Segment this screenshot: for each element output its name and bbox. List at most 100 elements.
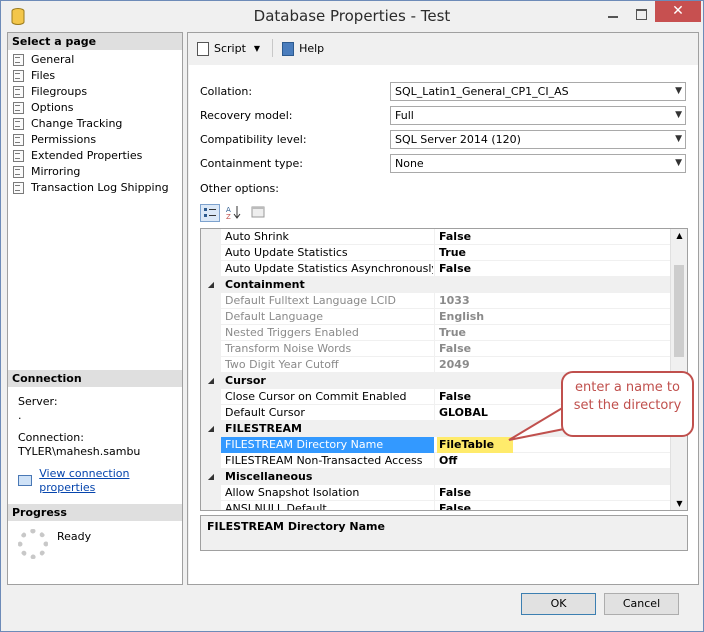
property-value[interactable]: False [439, 262, 471, 275]
containment-type-select[interactable]: None ▼ [390, 154, 686, 173]
page-label: Files [31, 68, 56, 82]
page-item-files[interactable]: Files [12, 67, 169, 83]
close-icon: ✕ [672, 3, 684, 19]
page-item-general[interactable]: General [12, 51, 169, 67]
property-name: Default Language [225, 310, 323, 323]
category-name: Containment [225, 278, 305, 291]
property-row[interactable]: Nested Triggers Enabled True [201, 325, 670, 341]
property-row[interactable]: Default Language English [201, 309, 670, 325]
close-button[interactable]: ✕ [655, 1, 701, 22]
collapse-icon[interactable]: ◢ [201, 277, 221, 293]
page-label: General [31, 52, 75, 66]
categorized-icon [204, 208, 216, 217]
cancel-button[interactable]: Cancel [604, 593, 679, 615]
server-value: . [18, 409, 22, 422]
property-row-filestream-directory-name[interactable]: FILESTREAM Directory Name FileTable [201, 437, 670, 453]
page-icon [12, 165, 25, 178]
property-row[interactable]: Auto Update Statistics Asynchronously Fal… [201, 261, 670, 277]
progress-status: Ready [57, 530, 92, 543]
column-divider [434, 293, 435, 309]
script-label: Script [214, 41, 246, 55]
page-item-extended-properties[interactable]: Extended Properties [12, 147, 169, 163]
property-name: Nested Triggers Enabled [225, 326, 359, 339]
collapse-icon[interactable]: ◢ [201, 421, 221, 437]
chevron-down-icon: ▼ [675, 110, 682, 120]
chevron-down-icon[interactable]: ▼ [254, 44, 260, 53]
callout-line: enter a name to [575, 380, 680, 395]
property-row[interactable]: Allow Snapshot Isolation False [201, 485, 670, 501]
property-value[interactable]: False [439, 502, 471, 510]
page-item-filegroups[interactable]: Filegroups [12, 83, 169, 99]
recovery-model-select[interactable]: Full ▼ [390, 106, 686, 125]
property-value[interactable]: False [439, 230, 471, 243]
property-pages-button[interactable] [248, 204, 268, 222]
sort-az-icon: AZ [226, 206, 241, 221]
scroll-up-icon[interactable]: ▲ [671, 231, 687, 240]
property-value[interactable]: Off [439, 454, 457, 467]
property-row[interactable]: ANSI NULL Default False [201, 501, 670, 510]
options-content: Collation: SQL_Latin1_General_CP1_CI_AS ▼… [189, 65, 698, 584]
compatibility-level-label: Compatibility level: [200, 133, 307, 146]
page-label: Mirroring [31, 164, 81, 178]
column-divider [434, 341, 435, 357]
row-gutter [201, 341, 221, 357]
alphabetical-sort-button[interactable]: AZ [224, 204, 244, 222]
category-row-containment[interactable]: ◢ Containment [201, 277, 670, 293]
page-item-transaction-log-shipping[interactable]: Transaction Log Shipping [12, 179, 169, 195]
property-name: Default Fulltext Language LCID [225, 294, 397, 307]
property-value[interactable]: GLOBAL [439, 406, 488, 419]
compatibility-level-select[interactable]: SQL Server 2014 (120) ▼ [390, 130, 686, 149]
script-button[interactable]: Script ▼ [196, 41, 260, 56]
property-row[interactable]: Transform Noise Words False [201, 341, 670, 357]
scrollbar-thumb[interactable] [674, 265, 684, 357]
chevron-down-icon: ▼ [675, 86, 682, 96]
page-icon [12, 85, 25, 98]
page-icon [12, 117, 25, 130]
recovery-model-value: Full [395, 109, 414, 122]
property-row[interactable]: Auto Update Statistics True [201, 245, 670, 261]
property-name: Close Cursor on Commit Enabled [225, 390, 407, 403]
collapse-icon[interactable]: ◢ [201, 469, 221, 485]
page-item-mirroring[interactable]: Mirroring [12, 163, 169, 179]
page-selector-pane: Select a page General Files Filegroups O… [7, 32, 183, 585]
property-value: False [439, 342, 472, 355]
minimize-button[interactable] [599, 5, 627, 23]
property-row[interactable]: Auto Shrink False [201, 229, 670, 245]
property-row[interactable]: Default Fulltext Language LCID 1033 [201, 293, 670, 309]
connection-value: TYLER\mahesh.sambu [18, 445, 141, 458]
help-button[interactable]: Help [281, 41, 324, 56]
row-gutter [201, 357, 221, 373]
property-name: FILESTREAM Directory Name [221, 437, 434, 453]
collapse-icon[interactable]: ◢ [201, 373, 221, 389]
column-divider [434, 389, 435, 405]
row-gutter [201, 389, 221, 405]
property-value[interactable]: False [439, 486, 471, 499]
database-properties-window: Database Properties - Test ✕ Select a pa… [0, 0, 704, 632]
vertical-scrollbar[interactable]: ▲ ▼ [670, 229, 687, 510]
filestream-directory-name-input[interactable]: FileTable [437, 437, 513, 453]
property-value[interactable]: False [439, 390, 471, 403]
scroll-down-icon[interactable]: ▼ [671, 499, 687, 508]
property-grid[interactable]: Auto Shrink False Auto Update Statistics T… [200, 228, 688, 511]
property-value: 2049 [439, 358, 470, 371]
row-gutter [201, 437, 221, 453]
view-connection-properties-link[interactable]: View connection properties [18, 467, 182, 495]
categorized-view-button[interactable] [200, 204, 220, 222]
collation-select[interactable]: SQL_Latin1_General_CP1_CI_AS ▼ [390, 82, 686, 101]
column-divider [434, 229, 435, 245]
collation-label: Collation: [200, 85, 253, 98]
property-name: Allow Snapshot Isolation [225, 486, 360, 499]
property-value[interactable]: True [439, 246, 466, 259]
property-value: True [439, 326, 467, 339]
maximize-button[interactable] [627, 5, 655, 23]
page-item-change-tracking[interactable]: Change Tracking [12, 115, 169, 131]
chevron-down-icon: ▼ [675, 158, 682, 168]
page-item-permissions[interactable]: Permissions [12, 131, 169, 147]
property-row[interactable]: FILESTREAM Non-Transacted Access Off [201, 453, 670, 469]
page-item-options[interactable]: Options [12, 99, 169, 115]
ok-button[interactable]: OK [521, 593, 596, 615]
row-gutter [201, 293, 221, 309]
containment-type-label: Containment type: [200, 157, 304, 170]
category-row-miscellaneous[interactable]: ◢ Miscellaneous [201, 469, 670, 485]
connection-label: Connection: [18, 431, 84, 444]
